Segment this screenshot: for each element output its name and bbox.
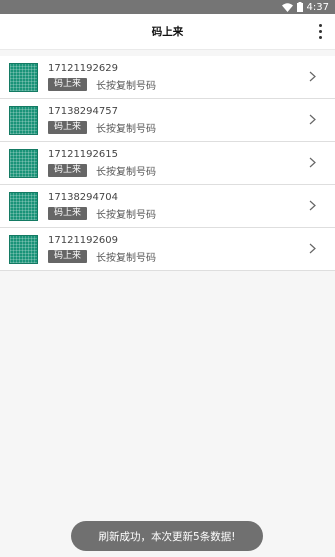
copy-hint: 长按复制号码 — [96, 210, 157, 221]
copy-hint: 长按复制号码 — [96, 81, 157, 92]
status-bar: 4:37 — [0, 0, 335, 14]
more-vert-icon[interactable] — [317, 24, 323, 39]
status-time: 4:37 — [306, 1, 329, 13]
qr-thumbnail — [9, 234, 38, 264]
chevron-right-icon — [309, 114, 316, 125]
battery-icon — [296, 2, 303, 12]
source-badge: 码上来 — [48, 207, 88, 220]
toast-message: 刷新成功，本次更新5条数据! — [71, 521, 263, 551]
page-title: 码上来 — [151, 26, 184, 38]
copy-hint: 长按复制号码 — [96, 253, 157, 264]
phone-number: 17121192609 — [48, 235, 118, 246]
phone-number: 17121192629 — [48, 63, 118, 74]
app-bar: 码上来 — [0, 14, 335, 50]
list-item[interactable]: 17138294704 码上来 长按复制号码 — [0, 185, 335, 228]
number-list: 17121192629 码上来 长按复制号码 17138294757 码上来 长… — [0, 56, 335, 271]
qr-thumbnail — [9, 62, 38, 92]
qr-thumbnail — [9, 148, 38, 178]
list-item[interactable]: 17121192615 码上来 长按复制号码 — [0, 142, 335, 185]
chevron-right-icon — [309, 71, 316, 82]
qr-thumbnail — [9, 105, 38, 135]
source-badge: 码上来 — [48, 121, 88, 134]
source-badge: 码上来 — [48, 250, 88, 263]
wifi-icon — [281, 2, 293, 12]
list-item[interactable]: 17121192609 码上来 长按复制号码 — [0, 228, 335, 271]
chevron-right-icon — [309, 200, 316, 211]
source-badge: 码上来 — [48, 164, 88, 177]
chevron-right-icon — [309, 243, 316, 254]
chevron-right-icon — [309, 157, 316, 168]
qr-thumbnail — [9, 191, 38, 221]
phone-number: 17121192615 — [48, 149, 118, 160]
list-item[interactable]: 17138294757 码上来 长按复制号码 — [0, 99, 335, 142]
phone-number: 17138294704 — [48, 192, 118, 203]
list-item[interactable]: 17121192629 码上来 长按复制号码 — [0, 56, 335, 99]
source-badge: 码上来 — [48, 78, 88, 91]
copy-hint: 长按复制号码 — [96, 124, 157, 135]
phone-number: 17138294757 — [48, 106, 118, 117]
copy-hint: 长按复制号码 — [96, 167, 157, 178]
